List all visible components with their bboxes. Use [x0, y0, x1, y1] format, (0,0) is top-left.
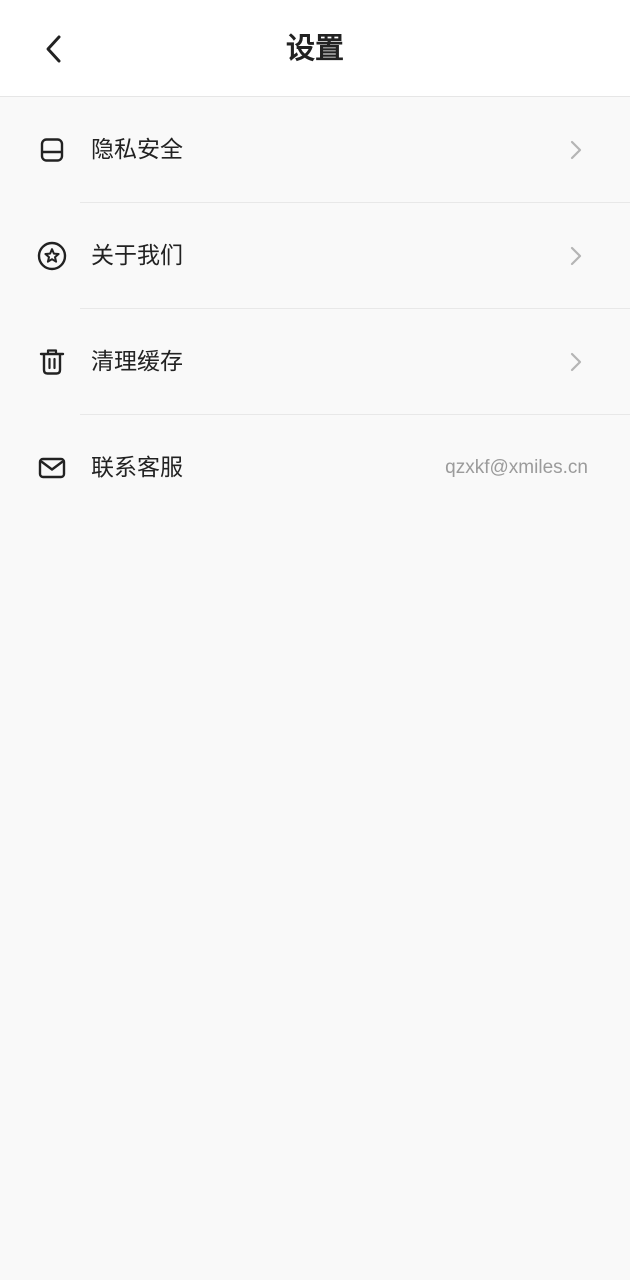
settings-item-label: 清理缓存 [91, 349, 183, 375]
settings-item-about[interactable]: 关于我们 [0, 203, 630, 309]
settings-item-privacy[interactable]: 隐私安全 [0, 97, 630, 203]
chevron-right-icon [568, 348, 584, 376]
mail-icon [36, 452, 68, 484]
trash-icon [36, 346, 68, 378]
page-title: 设置 [285, 31, 344, 65]
top-bar: 设置 [0, 0, 630, 97]
settings-item-label: 隐私安全 [91, 137, 183, 163]
settings-item-contact[interactable]: 联系客服 qzxkf@xmiles.cn [0, 415, 630, 521]
settings-item-clear-cache[interactable]: 清理缓存 [0, 309, 630, 415]
chevron-right-icon [568, 136, 584, 164]
contact-email[interactable]: qzxkf@xmiles.cn [445, 415, 588, 521]
back-button[interactable] [34, 28, 74, 70]
settings-list: 隐私安全 关于我们 清理缓存 联系客服 qzxkf@xmiles.cn [0, 97, 630, 521]
settings-item-label: 关于我们 [91, 243, 183, 269]
settings-item-label: 联系客服 [91, 455, 183, 481]
star-badge-icon [36, 240, 68, 272]
chevron-left-icon [46, 35, 61, 63]
chevron-right-icon [568, 242, 584, 270]
privacy-icon [36, 134, 68, 166]
